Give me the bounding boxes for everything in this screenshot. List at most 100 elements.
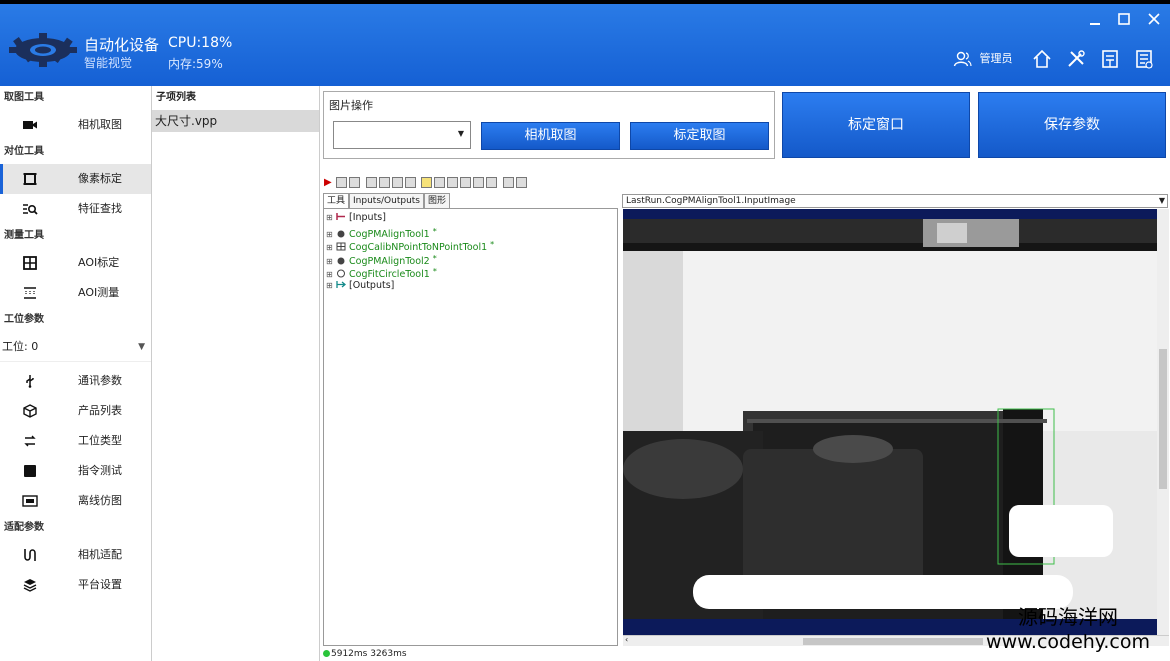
user-icon — [953, 51, 972, 67]
nav-platform-settings[interactable]: 平台设置 — [0, 570, 151, 600]
run-time-text: 5912ms 3263ms — [331, 649, 407, 659]
watermark-title: 源码海洋网 — [1018, 605, 1118, 629]
calibration-window-button[interactable]: 标定窗口 — [782, 92, 970, 158]
watermark: 源码海洋网 www.codehy.com — [966, 604, 1170, 660]
toolbar-button[interactable] — [434, 177, 445, 188]
image-display[interactable] — [623, 209, 1157, 635]
nav-comm-params[interactable]: 通讯参数 — [0, 366, 151, 396]
toolbar-button[interactable] — [391, 177, 403, 188]
scroll-thumb[interactable] — [1159, 349, 1167, 489]
nav-offline-sim[interactable]: 离线仿图 — [0, 486, 151, 516]
minimize-icon — [1090, 23, 1100, 25]
grid-icon — [23, 256, 37, 270]
scroll-thumb[interactable] — [803, 638, 983, 645]
toolbar-button[interactable] — [421, 177, 432, 188]
layers-icon — [23, 579, 37, 592]
toolbar-button[interactable] — [460, 177, 471, 188]
section-align-tools: 对位工具 — [4, 146, 44, 157]
toolbar-button[interactable] — [336, 177, 347, 188]
memory-usage: 内存:59% — [168, 57, 223, 71]
help-icon[interactable] — [515, 177, 527, 188]
vision-tabs: 工具 Inputs/Outputs 图形 — [323, 193, 451, 208]
nav-pixel-calibration[interactable]: 像素标定 — [0, 164, 151, 194]
toolbar-button[interactable] — [447, 177, 458, 188]
expand-icon[interactable]: ⊞ — [326, 211, 334, 225]
app-subtitle: 智能视觉 — [84, 56, 133, 70]
dropdown-arrow-icon: ▼ — [138, 342, 145, 352]
nav-aoi-measure-label: AOI测量 — [78, 286, 120, 299]
camera-capture-button[interactable]: 相机取图 — [481, 122, 620, 150]
nav-camera-capture[interactable]: 相机取图 — [0, 110, 151, 140]
image-selector-value: LastRun.CogPMAlignTool1.InputImage — [626, 196, 796, 206]
save-icon[interactable] — [378, 177, 390, 188]
pmalign-tool-icon — [337, 257, 345, 264]
tree-node-tool[interactable]: ⊞ CogPMAlignTool1 * — [324, 225, 617, 240]
scroll-left-icon[interactable]: ‹ — [625, 635, 628, 644]
nav-camera-adapt[interactable]: 相机适配 — [0, 540, 151, 570]
nav-command-test[interactable]: 指令测试 — [0, 456, 151, 486]
video-camera-icon — [23, 121, 37, 129]
pmalign-tool-icon — [337, 230, 345, 237]
tree-node-tool[interactable]: ⊞ CogCalibNPointToNPointTool1 * — [324, 238, 617, 253]
nav-platform-settings-label: 平台设置 — [78, 578, 122, 591]
toolbar-button[interactable] — [404, 177, 416, 188]
nav-feature-search[interactable]: 特征查找 — [0, 194, 151, 224]
crop-frame-icon — [23, 173, 37, 185]
status-ok-icon — [323, 649, 330, 657]
image-selector[interactable]: LastRun.CogPMAlignTool1.InputImage ▼ — [622, 194, 1168, 208]
cpu-usage: CPU:18% — [168, 35, 233, 51]
nav-aoi-calibration[interactable]: AOI标定 — [0, 248, 151, 278]
save-params-button[interactable]: 保存参数 — [978, 92, 1166, 158]
gear-logo-icon — [9, 33, 77, 67]
nav-aoi-calibration-label: AOI标定 — [78, 256, 120, 269]
nav-aoi-measure[interactable]: AOI测量 — [0, 278, 151, 308]
nav-offline-sim-label: 离线仿图 — [78, 494, 122, 507]
run-icon[interactable]: ▶ — [323, 177, 334, 188]
nav-station-type[interactable]: 工位类型 — [0, 426, 151, 456]
search-list-icon — [23, 204, 38, 215]
toolbar-button[interactable] — [349, 177, 360, 188]
user-name: 管理员 — [979, 52, 1013, 65]
usb-icon — [26, 375, 34, 388]
section-station-params: 工位参数 — [4, 314, 44, 325]
vertical-scrollbar[interactable] — [1157, 209, 1169, 635]
toolbar-button[interactable] — [473, 177, 484, 188]
calibration-capture-button[interactable]: 标定取图 — [630, 122, 769, 150]
nav-camera-adapt-label: 相机适配 — [78, 548, 122, 561]
close-button[interactable] — [1145, 12, 1163, 30]
expand-icon[interactable]: ⊞ — [326, 279, 334, 293]
nav-product-list[interactable]: 产品列表 — [0, 396, 151, 426]
tree-node-outputs[interactable]: ⊞ [Outputs] — [324, 279, 617, 293]
title-bar: 自动化设备 智能视觉 CPU:18% 内存:59% 管理员 — [0, 4, 1170, 86]
image-source-combo[interactable]: ▼ — [333, 121, 471, 149]
open-icon[interactable] — [365, 177, 377, 188]
list-item[interactable]: 大尺寸.vpp — [152, 110, 319, 132]
tree-node-inputs[interactable]: ⊞ [Inputs] — [324, 211, 617, 225]
ruler-icon — [24, 287, 36, 299]
image-frame-icon — [22, 495, 38, 507]
tab-tools[interactable]: 工具 — [323, 193, 350, 208]
minimize-button[interactable] — [1086, 12, 1104, 30]
sub-item-list: 子项列表 大尺寸.vpp — [152, 86, 320, 661]
dropdown-arrow-icon: ▼ — [457, 129, 464, 138]
left-navigation: 取图工具 相机取图 对位工具 像素标定 特征查找 测量工具 AOI标定 AOI测… — [0, 86, 152, 661]
report-icon[interactable] — [1133, 48, 1155, 70]
home-icon[interactable] — [1031, 48, 1053, 70]
maximize-button[interactable] — [1115, 12, 1133, 30]
toolbar-button[interactable] — [486, 177, 497, 188]
user-menu[interactable]: 管理员 — [953, 48, 1013, 70]
image-operations-title: 图片操作 — [329, 99, 373, 112]
document-icon[interactable] — [1099, 48, 1121, 70]
tab-inputs-outputs[interactable]: Inputs/Outputs — [349, 193, 424, 208]
section-capture-tools: 取图工具 — [4, 92, 44, 103]
swap-icon — [24, 435, 36, 447]
station-select[interactable]: 工位: 0 ▼ — [0, 332, 151, 362]
chart-icon[interactable] — [502, 177, 514, 188]
tab-graphics[interactable]: 图形 — [424, 193, 451, 208]
tree-node-tool[interactable]: ⊞ CogPMAlignTool2 * — [324, 252, 617, 267]
connector-icon — [24, 549, 36, 561]
tree-node-tool[interactable]: ⊞ CogFitCircleTool1 * — [324, 265, 617, 280]
app-name: 自动化设备 — [84, 36, 160, 54]
output-icon — [336, 280, 346, 288]
tools-icon[interactable] — [1065, 48, 1087, 70]
